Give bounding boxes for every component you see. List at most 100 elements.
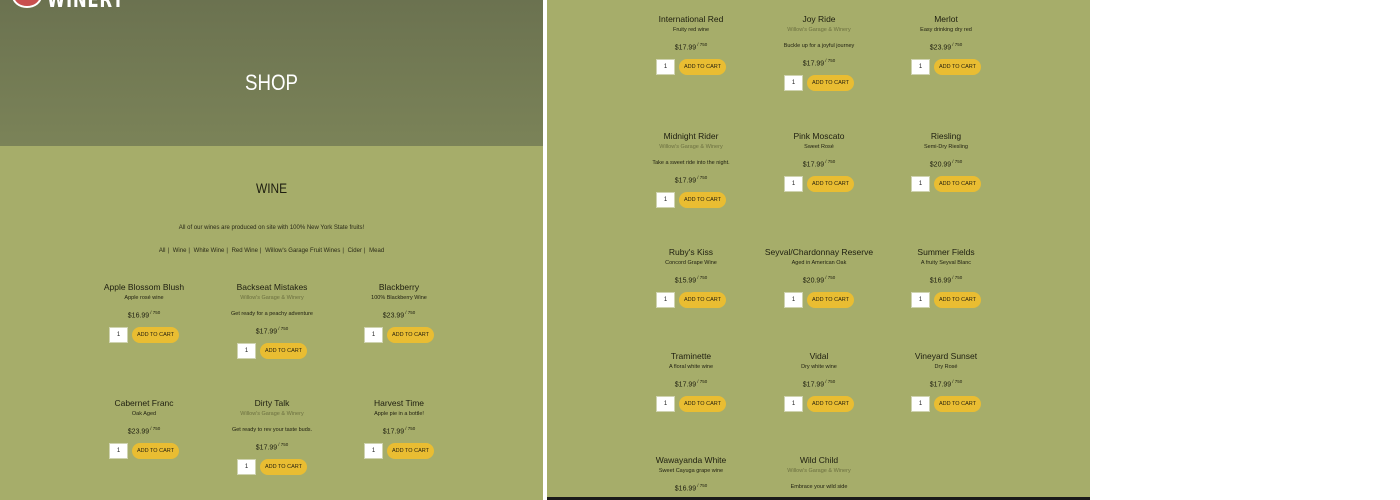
product-name[interactable]: International Red bbox=[629, 13, 753, 25]
product-name[interactable]: Apple Blossom Blush bbox=[82, 281, 206, 293]
product-name[interactable]: Blackberry bbox=[337, 281, 461, 293]
filter-red-wine[interactable]: Red Wine bbox=[232, 248, 258, 254]
quantity-input[interactable]: 1 bbox=[364, 327, 383, 344]
product-name[interactable]: Midnight Rider bbox=[629, 130, 753, 142]
add-to-cart-button[interactable]: ADD TO CART bbox=[934, 396, 981, 413]
product-name[interactable]: Ruby's Kiss bbox=[629, 246, 753, 258]
product-actions: 1 ADD TO CART bbox=[629, 59, 753, 76]
product-card: Pink Moscato Sweet Rosé $17.99/ 750 1 ADD TO… bbox=[757, 130, 881, 193]
quantity-input[interactable]: 1 bbox=[656, 192, 675, 209]
add-to-cart-button[interactable]: ADD TO CART bbox=[132, 443, 179, 460]
product-unit: / 750 bbox=[825, 58, 836, 63]
product-name[interactable]: Riesling bbox=[884, 130, 1008, 142]
add-to-cart-button[interactable]: ADD TO CART bbox=[132, 327, 179, 344]
add-to-cart-button[interactable]: ADD TO CART bbox=[807, 176, 854, 193]
add-to-cart-button[interactable]: ADD TO CART bbox=[934, 59, 981, 76]
product-price-row: $17.99/ 750 bbox=[757, 54, 881, 71]
filter-white-wine[interactable]: White Wine bbox=[194, 248, 225, 254]
add-to-cart-button[interactable]: ADD TO CART bbox=[934, 292, 981, 309]
quantity-input[interactable]: 1 bbox=[109, 327, 128, 344]
product-card: Riesling Semi-Dry Riesling $20.99/ 750 1 ADD… bbox=[884, 130, 1008, 193]
product-name[interactable]: Backseat Mistakes bbox=[210, 281, 334, 293]
filter-separator: | bbox=[188, 248, 190, 254]
add-to-cart-button[interactable]: ADD TO CART bbox=[679, 192, 726, 209]
product-actions: 1 ADD TO CART bbox=[884, 292, 1008, 309]
filter-fruit-wines[interactable]: Willow's Garage Fruit Wines bbox=[265, 248, 340, 254]
product-price: $15.99 bbox=[674, 277, 697, 285]
quantity-input[interactable]: 1 bbox=[237, 459, 256, 476]
quantity-input[interactable]: 1 bbox=[237, 343, 256, 360]
filter-cider[interactable]: Cider bbox=[348, 248, 362, 254]
hero-banner: WINERY SHOP bbox=[0, 0, 543, 146]
quantity-input[interactable]: 1 bbox=[656, 59, 675, 76]
add-to-cart-button[interactable]: ADD TO CART bbox=[679, 292, 726, 309]
product-unit: / 750 bbox=[825, 379, 836, 384]
product-price: $20.99 bbox=[929, 161, 952, 169]
winery-logo[interactable] bbox=[12, 0, 42, 8]
product-name[interactable]: Vineyard Sunset bbox=[884, 350, 1008, 362]
product-price-row: $23.99/ 750 bbox=[884, 38, 1008, 55]
add-to-cart-button[interactable]: ADD TO CART bbox=[387, 327, 434, 344]
product-name[interactable]: Merlot bbox=[884, 13, 1008, 25]
product-actions: 1 ADD TO CART bbox=[629, 292, 753, 309]
quantity-input[interactable]: 1 bbox=[784, 292, 803, 309]
filter-mead[interactable]: Mead bbox=[369, 248, 384, 254]
add-to-cart-button[interactable]: ADD TO CART bbox=[807, 396, 854, 413]
quantity-input[interactable]: 1 bbox=[911, 59, 930, 76]
quantity-input[interactable]: 1 bbox=[784, 75, 803, 92]
product-price-row: $17.99/ 750 bbox=[757, 375, 881, 392]
product-unit: / 750 bbox=[952, 275, 963, 280]
quantity-input[interactable]: 1 bbox=[784, 396, 803, 413]
quantity-input[interactable]: 1 bbox=[656, 292, 675, 309]
product-actions: 1 ADD TO CART bbox=[884, 59, 1008, 76]
add-to-cart-button[interactable]: ADD TO CART bbox=[807, 75, 854, 92]
add-to-cart-button[interactable]: ADD TO CART bbox=[679, 59, 726, 76]
product-price: $17.99 bbox=[802, 381, 825, 389]
product-winery: Willow's Garage & Winery bbox=[659, 144, 723, 150]
quantity-input[interactable]: 1 bbox=[911, 292, 930, 309]
product-description: Get ready to rev your taste buds. bbox=[231, 427, 313, 433]
add-to-cart-button[interactable]: ADD TO CART bbox=[260, 459, 307, 476]
product-unit: / 750 bbox=[825, 159, 836, 164]
add-to-cart-button[interactable]: ADD TO CART bbox=[679, 396, 726, 413]
product-unit: / 750 bbox=[697, 483, 708, 488]
add-to-cart-button[interactable]: ADD TO CART bbox=[387, 443, 434, 460]
product-actions: 1 ADD TO CART bbox=[82, 327, 206, 344]
quantity-input[interactable]: 1 bbox=[364, 443, 383, 460]
product-name[interactable]: Pink Moscato bbox=[757, 130, 881, 142]
product-name[interactable]: Cabernet Franc bbox=[82, 397, 206, 409]
product-name[interactable]: Summer Fields bbox=[884, 246, 1008, 258]
product-description: 100% Blackberry Wine bbox=[371, 295, 427, 301]
logo-emblem-icon bbox=[12, 0, 42, 8]
add-to-cart-button[interactable]: ADD TO CART bbox=[260, 343, 307, 360]
add-to-cart-button[interactable]: ADD TO CART bbox=[807, 292, 854, 309]
quantity-input[interactable]: 1 bbox=[911, 396, 930, 413]
product-name[interactable]: Traminette bbox=[629, 350, 753, 362]
product-actions: 1 ADD TO CART bbox=[210, 343, 334, 360]
product-unit: / 750 bbox=[405, 426, 416, 431]
product-price: $16.99 bbox=[674, 485, 697, 493]
product-name[interactable]: Joy Ride bbox=[757, 13, 881, 25]
product-description: Buckle up for a joyful journey bbox=[783, 43, 855, 49]
quantity-input[interactable]: 1 bbox=[109, 443, 128, 460]
logo-wordmark[interactable]: WINERY bbox=[47, 0, 125, 13]
quantity-input[interactable]: 1 bbox=[911, 176, 930, 193]
product-name[interactable]: Harvest Time bbox=[337, 397, 461, 409]
filter-separator: | bbox=[363, 248, 366, 254]
product-name[interactable]: Vidal bbox=[757, 350, 881, 362]
quantity-input[interactable]: 1 bbox=[656, 396, 675, 413]
quantity-input[interactable]: 1 bbox=[784, 176, 803, 193]
product-description: A fruity Seyval Blanc bbox=[920, 260, 972, 266]
filter-all[interactable]: All bbox=[159, 248, 166, 254]
product-name[interactable]: Wild Child bbox=[757, 454, 881, 466]
product-card: International Red Fruity red wine $17.99/ … bbox=[629, 13, 753, 76]
product-name[interactable]: Wawayanda White bbox=[629, 454, 753, 466]
section-title: WINE bbox=[255, 180, 288, 196]
filter-wine[interactable]: Wine bbox=[173, 248, 187, 254]
product-description: Concord Grape Wine bbox=[665, 260, 717, 266]
product-name[interactable]: Dirty Talk bbox=[210, 397, 334, 409]
product-name[interactable]: Seyval/Chardonnay Reserve bbox=[757, 246, 881, 258]
add-to-cart-button[interactable]: ADD TO CART bbox=[934, 176, 981, 193]
product-price-row: $23.99/ 750 bbox=[337, 306, 461, 323]
product-description: Dry Rosé bbox=[934, 364, 958, 370]
